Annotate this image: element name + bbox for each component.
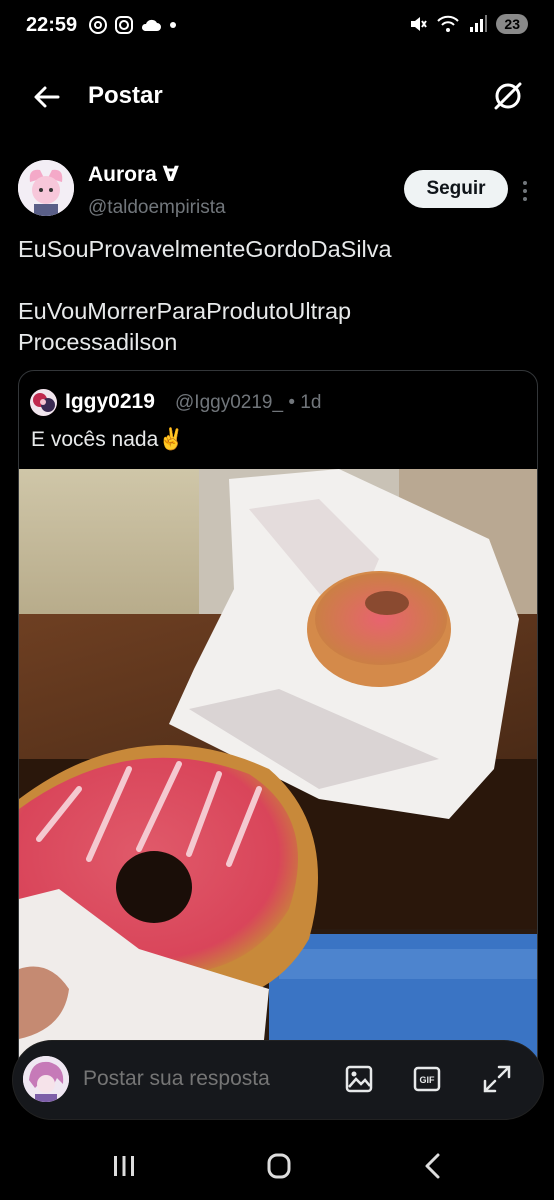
filter-icon[interactable] <box>490 78 526 114</box>
quote-meta: @Iggy0219_ • 1d <box>175 392 321 414</box>
gif-label: GIF <box>420 1075 436 1085</box>
quote-author-name: Iggy0219 <box>65 390 155 413</box>
status-time: 22:59 <box>26 14 78 36</box>
home-icon[interactable] <box>259 1150 299 1182</box>
quoted-post[interactable]: Iggy0219 @Iggy0219_ • 1d E vocês nada✌️ <box>18 370 538 1092</box>
more-icon[interactable] <box>518 180 532 202</box>
author-name[interactable]: Aurora ∀ <box>88 162 179 187</box>
page-title: Postar <box>88 82 163 109</box>
image-icon[interactable] <box>343 1063 375 1095</box>
back-icon[interactable] <box>414 1150 454 1182</box>
top-bar: Postar <box>0 64 554 128</box>
expand-icon[interactable] <box>481 1063 513 1095</box>
reply-input[interactable] <box>83 1067 313 1091</box>
threads-icon <box>89 16 107 34</box>
post-text: EuSouProvavelmenteGordoDaSilva EuVouMorr… <box>18 234 538 358</box>
cloud-icon <box>141 19 161 31</box>
quote-age: 1d <box>300 392 322 413</box>
quote-author-handle: @Iggy0219_ <box>175 392 284 413</box>
status-bar: 22:59 23 <box>0 0 554 56</box>
quote-photo[interactable] <box>19 469 537 1091</box>
reply-avatar <box>23 1056 69 1102</box>
quote-separator: • <box>288 392 295 413</box>
author-handle[interactable]: @taldoempirista <box>88 197 226 219</box>
post-text-line: Processadilson <box>18 329 178 355</box>
recents-icon[interactable] <box>104 1150 144 1182</box>
post-text-line: EuSouProvavelmenteGordoDaSilva <box>18 236 392 262</box>
reply-bar: GIF <box>12 1040 544 1120</box>
follow-button[interactable]: Seguir <box>404 170 508 208</box>
post-text-line: EuVouMorrerParaProdutoUltrap <box>18 298 352 324</box>
status-system-icons: 23 <box>408 14 528 34</box>
battery-indicator: 23 <box>496 14 528 34</box>
back-arrow-icon[interactable] <box>30 80 64 114</box>
quote-avatar <box>30 389 57 416</box>
dot-icon <box>170 22 176 28</box>
status-notification-icons <box>88 15 178 35</box>
avatar[interactable] <box>18 160 74 216</box>
system-nav-bar <box>0 1130 554 1200</box>
signal-icon <box>470 15 488 32</box>
gif-icon[interactable]: GIF <box>411 1063 443 1095</box>
wifi-icon <box>437 15 460 32</box>
quote-text: E vocês nada✌️ <box>31 428 185 451</box>
instagram-icon <box>115 16 133 34</box>
mute-icon <box>411 17 428 31</box>
